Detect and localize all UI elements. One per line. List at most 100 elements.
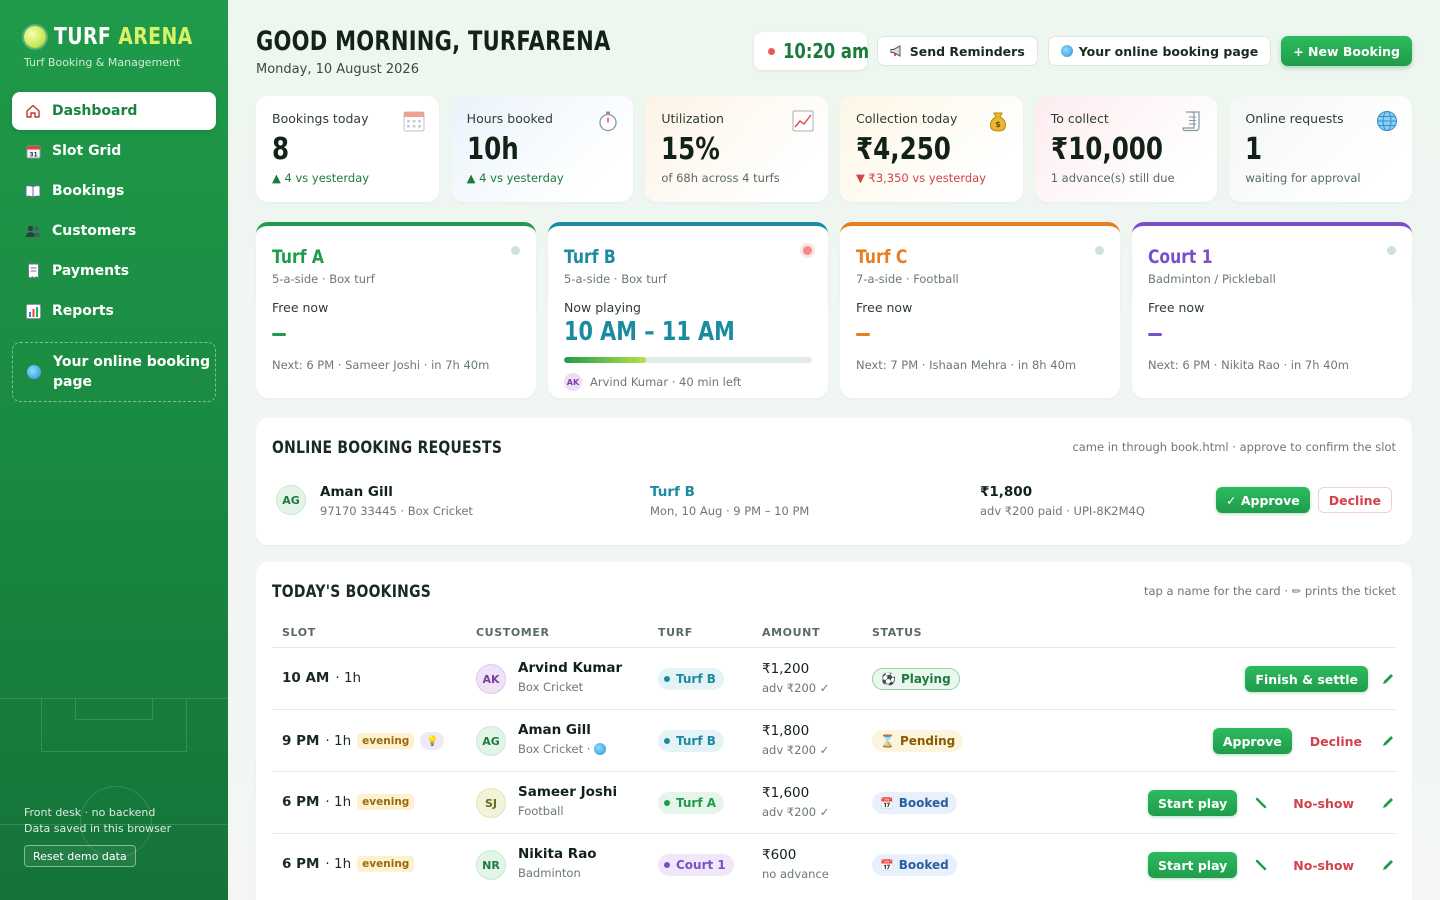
- home-icon: [24, 102, 42, 120]
- status-label: Pending: [899, 734, 956, 748]
- slot-duration: · 1h: [325, 733, 352, 749]
- receipt-icon: [24, 262, 42, 280]
- status-dot: [511, 246, 520, 255]
- live-dot-icon: [767, 47, 775, 55]
- decline-button[interactable]: Decline: [1310, 734, 1362, 749]
- stat-sub: ▲ 4 vs yesterday: [272, 171, 370, 185]
- stat-card-utilization[interactable]: Utilization 15% of 68h across 4 turfs: [645, 96, 829, 202]
- sidebar-item-payments[interactable]: Payments: [12, 252, 216, 290]
- start-play-button[interactable]: Start play: [1147, 790, 1238, 816]
- sidebar-item-bookings[interactable]: Bookings: [12, 172, 216, 210]
- approve-button[interactable]: ✓ Approve: [1216, 487, 1310, 513]
- stopwatch-icon: [599, 111, 617, 132]
- pencil-icon[interactable]: [1380, 733, 1396, 749]
- sidebar-online-booking-link[interactable]: Your online booking page: [12, 342, 216, 402]
- calendar-icon: [403, 111, 425, 132]
- stat-card-collection-today[interactable]: Collection today ₹4,250 ▼ ₹3,350 vs yest…: [840, 96, 1023, 202]
- stat-sub: 1 advance(s) still due: [1050, 171, 1175, 185]
- sidebar-item-label: Payments: [52, 263, 130, 279]
- pencil-icon[interactable]: [1380, 857, 1396, 873]
- turf-name: Turf C: [856, 246, 908, 268]
- brush-icon[interactable]: [1253, 795, 1269, 811]
- status-label: Booked: [898, 796, 949, 810]
- approve-button[interactable]: Approve: [1212, 728, 1292, 754]
- brand-subtitle: Turf Booking & Management: [24, 56, 181, 69]
- avatar: AK: [476, 664, 506, 694]
- turf-state: Free now: [272, 300, 329, 315]
- stat-value: ₹10,000: [1050, 132, 1163, 167]
- new-booking-button[interactable]: + New Booking: [1281, 36, 1412, 66]
- amount-value: ₹1,200: [762, 661, 810, 677]
- globe-icon: [1377, 111, 1398, 131]
- amount-sub: no advance: [762, 867, 829, 881]
- request-amount: ₹1,800 adv ₹200 paid · UPI-8K2M4Q: [980, 484, 1145, 518]
- customer-name: Sameer Joshi: [518, 784, 618, 800]
- no-show-button[interactable]: No-show: [1293, 796, 1354, 811]
- bar-chart-icon: [24, 302, 42, 320]
- turf-meta: Badminton / Pickleball: [1148, 272, 1276, 286]
- customer-cell[interactable]: Aman Gill Box Cricket ·: [518, 722, 607, 756]
- sidebar-item-customers[interactable]: Customers: [12, 212, 216, 250]
- slot-time: 9 PM: [282, 733, 320, 749]
- stats-row: Bookings today 8 ▲ 4 vs yesterday Hours …: [256, 96, 1413, 202]
- table-row[interactable]: 9 PM · 1h evening 💡 AG Aman Gill Box Cricke…: [272, 709, 1396, 771]
- stat-label: Online requests: [1245, 111, 1344, 126]
- table-row[interactable]: 10 AM · 1h AK Arvind Kumar Box Cricket Tu…: [272, 647, 1396, 709]
- start-play-button[interactable]: Start play: [1147, 852, 1238, 878]
- customer-cell[interactable]: Nikita Rao Badminton: [518, 846, 597, 880]
- turf-card-court-1[interactable]: Court 1 Badminton / Pickleball Free now …: [1132, 222, 1412, 398]
- column-header-status: STATUS: [872, 626, 923, 639]
- request-when: Mon, 10 Aug · 9 PM – 10 PM: [650, 504, 810, 518]
- customer-name: Aman Gill: [320, 484, 393, 500]
- send-reminders-button[interactable]: Send Reminders: [876, 36, 1038, 66]
- reset-demo-button[interactable]: Reset demo data: [24, 845, 136, 867]
- soccer-ball-icon: ⚽: [881, 672, 896, 686]
- column-header-customer: CUSTOMER: [476, 626, 550, 639]
- sidebar-item-slot-grid[interactable]: 31 Slot Grid: [12, 132, 216, 170]
- online-booking-page-label: Your online booking page: [1078, 43, 1259, 59]
- turf-card-turf-c[interactable]: Turf C 7-a-side · Football Free now Next…: [840, 222, 1120, 398]
- calendar-icon: 31: [24, 142, 42, 160]
- decline-button[interactable]: Decline: [1317, 487, 1392, 513]
- turf-card-turf-b[interactable]: Turf B 5-a-side · Box turf Now playing 1…: [548, 222, 828, 398]
- turf-next-booking: Next: 6 PM · Sameer Joshi · in 7h 40m: [272, 358, 490, 372]
- slot-time: 6 PM: [282, 794, 320, 810]
- sidebar-item-dashboard[interactable]: Dashboard: [12, 92, 216, 130]
- stat-card-to-collect[interactable]: To collect ₹10,000 1 advance(s) still du…: [1034, 96, 1218, 202]
- stat-card-hours-booked[interactable]: Hours booked 10h ▲ 4 vs yesterday: [450, 96, 634, 202]
- stat-sub: ▲ 4 vs yesterday: [466, 171, 564, 185]
- turf-free-indicator: [856, 333, 870, 336]
- sidebar-nav: Dashboard 31 Slot Grid Bookings Customer…: [12, 92, 216, 332]
- stat-card-bookings-today[interactable]: Bookings today 8 ▲ 4 vs yesterday: [256, 96, 439, 202]
- stat-label: Hours booked: [466, 111, 553, 126]
- pencil-icon[interactable]: [1380, 671, 1396, 687]
- stat-card-online-requests[interactable]: Online requests 1 waiting for approval: [1229, 96, 1413, 202]
- customer-sport: Box Cricket: [518, 680, 584, 694]
- no-show-button[interactable]: No-show: [1293, 858, 1354, 873]
- lightbulb-icon: 💡: [420, 732, 445, 750]
- column-header-turf: TURF: [658, 626, 693, 639]
- amount-details: adv ₹200 paid · UPI-8K2M4Q: [980, 504, 1145, 518]
- live-status-dot: [803, 246, 812, 255]
- sidebar-item-reports[interactable]: Reports: [12, 292, 216, 330]
- request-customer[interactable]: Aman Gill 97170 33445 · Box Cricket: [320, 484, 473, 518]
- finish-settle-button[interactable]: Finish & settle: [1245, 666, 1368, 692]
- customer-cell[interactable]: Sameer Joshi Football: [518, 784, 617, 818]
- tennis-ball-icon: [24, 26, 46, 48]
- slot-cell: 10 AM · 1h: [282, 670, 361, 686]
- pencil-icon[interactable]: [1380, 795, 1396, 811]
- status-badge: 📅 Booked: [872, 854, 957, 876]
- trend-chart-icon: [792, 110, 814, 132]
- online-booking-page-button[interactable]: Your online booking page: [1047, 36, 1272, 66]
- brand-name: TURF ARENA: [54, 24, 193, 50]
- amount-sub: adv ₹200 ✓: [762, 681, 830, 695]
- amount-value: ₹1,800: [980, 484, 1033, 500]
- turf-name: Turf A: [272, 246, 324, 268]
- table-row[interactable]: 6 PM · 1h evening NR Nikita Rao Badminton …: [272, 833, 1396, 895]
- table-row[interactable]: 6 PM · 1h evening SJ Sameer Joshi Football…: [272, 771, 1396, 833]
- turf-card-turf-a[interactable]: Turf A 5-a-side · Box turf Free now Next…: [256, 222, 536, 398]
- brand-logo[interactable]: TURF ARENA: [24, 24, 223, 50]
- customer-cell[interactable]: Arvind Kumar Box Cricket: [518, 660, 622, 694]
- brush-icon[interactable]: [1253, 857, 1269, 873]
- amount-cell: ₹1,600 adv ₹200 ✓: [762, 785, 829, 819]
